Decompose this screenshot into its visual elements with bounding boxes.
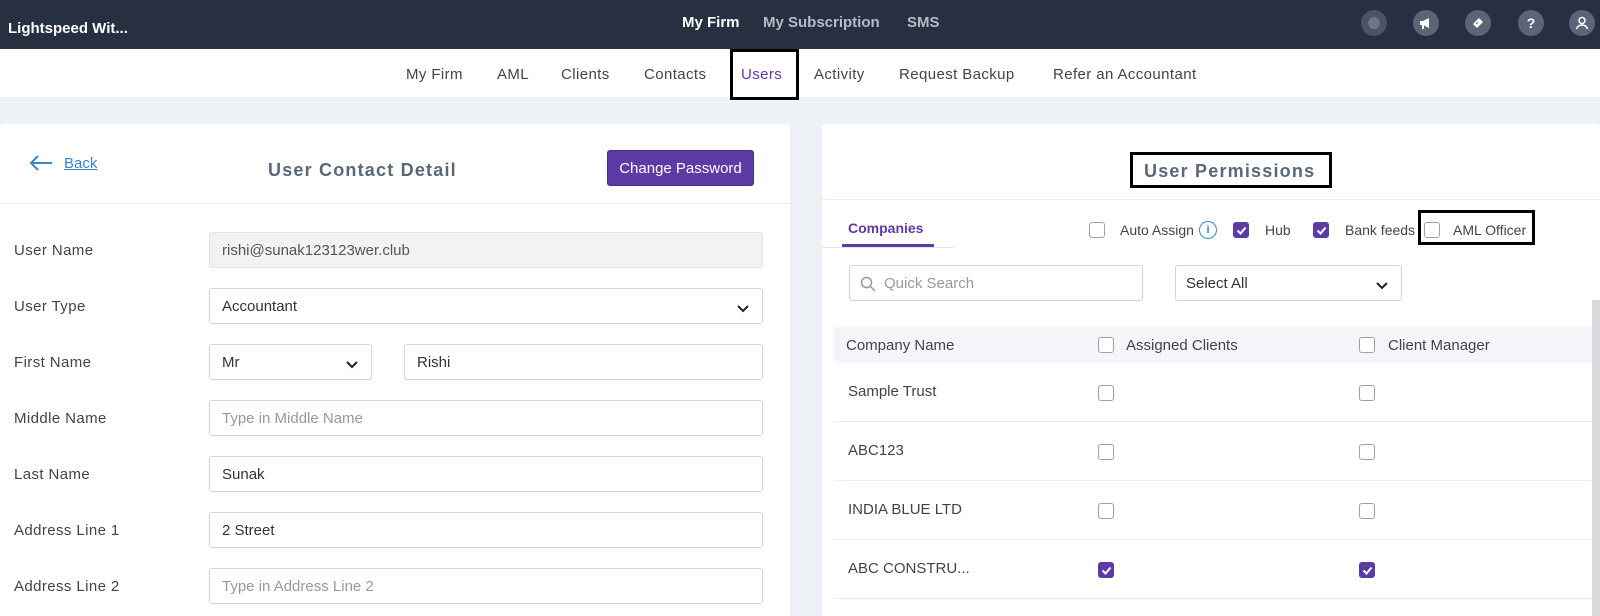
search-icon xyxy=(860,276,876,292)
address-line-2-label: Address Line 2 xyxy=(14,578,120,595)
company-name: ABC CONSTRU... xyxy=(848,560,970,577)
aml-officer-highlight-box xyxy=(1418,210,1535,245)
subnav-activity[interactable]: Activity xyxy=(814,66,865,83)
sub-nav: My Firm AML Clients Contacts Users Activ… xyxy=(0,49,1600,97)
address-line-2-field[interactable]: Type in Address Line 2 xyxy=(209,568,763,604)
user-permissions-panel: User Permissions Companies Auto Assign i… xyxy=(822,124,1600,616)
address-line-1-label: Address Line 1 xyxy=(14,522,120,539)
auto-assign-label: Auto Assign xyxy=(1120,222,1194,238)
title-value: Mr xyxy=(222,353,240,371)
check-icon xyxy=(1236,226,1247,235)
user-initial-icon[interactable] xyxy=(1361,10,1387,36)
manager-checkbox[interactable] xyxy=(1359,562,1375,578)
check-icon xyxy=(1316,226,1327,235)
manager-checkbox[interactable] xyxy=(1359,444,1375,460)
change-password-button[interactable]: Change Password xyxy=(607,150,754,186)
topnav-my-firm[interactable]: My Firm xyxy=(682,14,740,31)
hub-label: Hub xyxy=(1265,222,1291,238)
client-manager-select-all-checkbox[interactable] xyxy=(1359,337,1375,353)
quick-search-placeholder: Quick Search xyxy=(884,274,975,292)
chevron-down-icon xyxy=(346,361,358,369)
user-name-label: User Name xyxy=(14,242,94,259)
select-all-value: Select All xyxy=(1186,274,1248,292)
top-bar: Lightspeed Wit... My Firm My Subscriptio… xyxy=(0,0,1600,49)
user-name-field: rishi@sunak123123wer.club xyxy=(209,232,763,268)
subnav-contacts[interactable]: Contacts xyxy=(644,66,706,83)
check-icon xyxy=(1362,566,1373,575)
topnav-my-subscription[interactable]: My Subscription xyxy=(763,14,880,31)
table-row: ABC CONSTRU... xyxy=(834,540,1600,599)
assigned-checkbox[interactable] xyxy=(1098,385,1114,401)
users-highlight-box xyxy=(730,49,799,100)
check-icon xyxy=(1101,566,1112,575)
subnav-request-backup[interactable]: Request Backup xyxy=(899,66,1015,83)
user-type-label: User Type xyxy=(14,298,86,315)
subnav-refer-accountant[interactable]: Refer an Accountant xyxy=(1053,66,1197,83)
svg-text:?: ? xyxy=(1527,15,1536,31)
permissions-highlight-box xyxy=(1130,152,1332,188)
column-client-manager: Client Manager xyxy=(1388,337,1490,354)
company-name: INDIA BLUE LTD xyxy=(848,501,962,518)
manager-checkbox[interactable] xyxy=(1359,503,1375,519)
select-all-dropdown[interactable]: Select All xyxy=(1175,265,1402,301)
table-row: Sample Trust xyxy=(834,363,1600,422)
first-name-label: First Name xyxy=(14,354,92,371)
middle-name-field[interactable]: Type in Middle Name xyxy=(209,400,763,436)
back-link[interactable]: Back xyxy=(28,154,97,172)
auto-assign-checkbox[interactable] xyxy=(1089,222,1105,238)
bank-feeds-label: Bank feeds xyxy=(1345,222,1416,238)
user-type-select[interactable]: Accountant xyxy=(209,288,763,324)
user-contact-panel: Back User Contact Detail Change Password… xyxy=(0,124,790,616)
topnav-sms[interactable]: SMS xyxy=(907,14,940,31)
company-name: ABC123 xyxy=(848,442,904,459)
table-row: ABC123 xyxy=(834,422,1600,481)
subnav-aml[interactable]: AML xyxy=(497,66,529,83)
subnav-clients[interactable]: Clients xyxy=(561,66,610,83)
last-name-field[interactable]: Sunak xyxy=(209,456,763,492)
tab-companies[interactable]: Companies xyxy=(848,220,923,236)
assigned-clients-select-all-checkbox[interactable] xyxy=(1098,337,1114,353)
quick-search-input[interactable]: Quick Search xyxy=(849,265,1143,301)
account-icon[interactable] xyxy=(1569,10,1595,36)
user-type-value: Accountant xyxy=(222,297,298,315)
tab-divider xyxy=(822,247,954,248)
table-row: INDIA BLUE LTD xyxy=(834,481,1600,540)
title-select[interactable]: Mr xyxy=(209,344,372,380)
brand-name[interactable]: Lightspeed Wit... xyxy=(8,20,128,37)
last-name-label: Last Name xyxy=(14,466,91,483)
assigned-checkbox[interactable] xyxy=(1098,444,1114,460)
assigned-checkbox[interactable] xyxy=(1098,503,1114,519)
info-icon[interactable]: i xyxy=(1199,221,1217,239)
chevron-down-icon xyxy=(737,305,749,313)
middle-name-label: Middle Name xyxy=(14,410,107,427)
table-header: Company Name Assigned Clients Client Man… xyxy=(834,327,1600,363)
column-assigned-clients: Assigned Clients xyxy=(1126,337,1238,354)
assigned-checkbox[interactable] xyxy=(1098,562,1114,578)
ticket-icon[interactable] xyxy=(1465,10,1491,36)
back-label: Back xyxy=(64,154,98,172)
divider xyxy=(0,203,790,204)
chevron-down-icon xyxy=(1376,282,1388,290)
arrow-left-icon xyxy=(29,155,52,171)
manager-checkbox[interactable] xyxy=(1359,385,1375,401)
bank-feeds-checkbox[interactable] xyxy=(1313,222,1329,238)
divider xyxy=(822,199,1600,200)
subnav-my-firm[interactable]: My Firm xyxy=(406,66,463,83)
column-company-name: Company Name xyxy=(846,337,955,354)
address-line-1-field[interactable]: 2 Street xyxy=(209,512,763,548)
company-name: Sample Trust xyxy=(848,383,937,400)
help-icon[interactable]: ? xyxy=(1518,10,1544,36)
scrollbar[interactable] xyxy=(1592,300,1600,616)
megaphone-icon[interactable] xyxy=(1413,10,1439,36)
user-contact-title: User Contact Detail xyxy=(268,160,457,180)
hub-checkbox[interactable] xyxy=(1233,222,1249,238)
first-name-field[interactable]: Rishi xyxy=(404,344,763,380)
